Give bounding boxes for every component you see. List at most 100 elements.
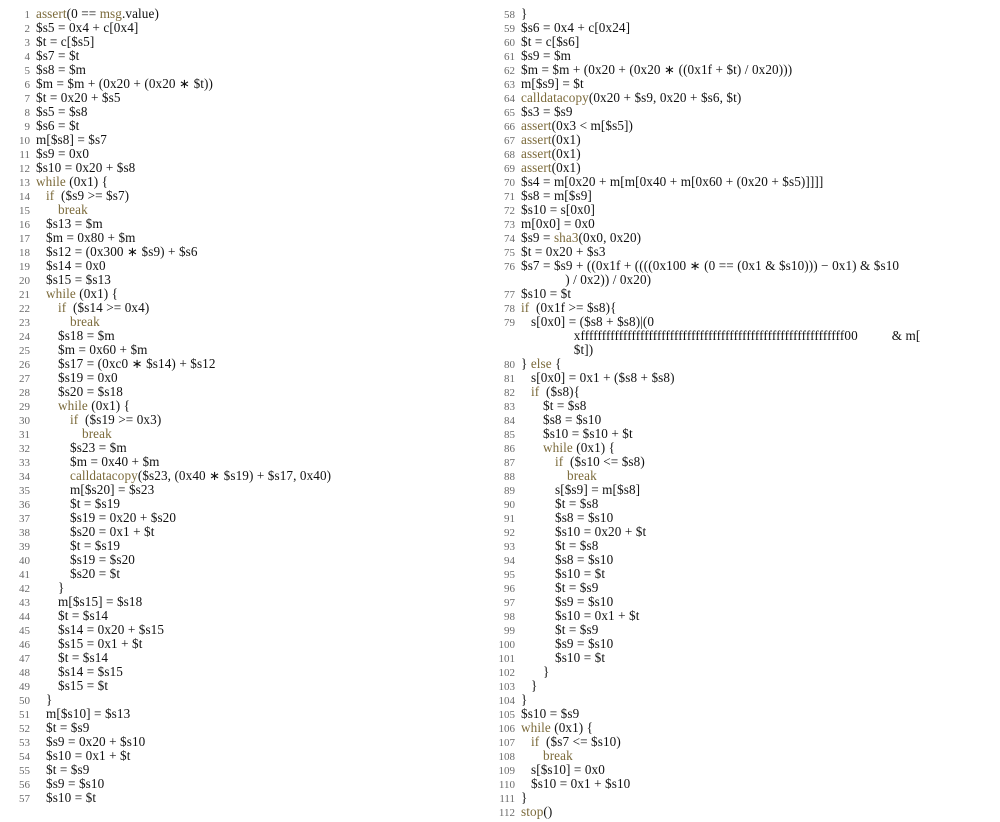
code-line: 31break (6, 426, 491, 440)
code-line: 80} else { (491, 356, 996, 370)
code-line: 99$t = $s9 (491, 622, 996, 636)
code-line: 9$s6 = $t (6, 118, 491, 132)
code-line: 71$s8 = m[$s9] (491, 188, 996, 202)
code-line: 16$s13 = $m (6, 216, 491, 230)
code-line: 81s[0x0] = 0x1 + ($s8 + $s8) (491, 370, 996, 384)
code-line: 90$t = $s8 (491, 496, 996, 510)
code-line: 40$s19 = $s20 (6, 552, 491, 566)
code-line: 18$s12 = (0x300 ∗ $s9) + $s6 (6, 244, 491, 258)
code-line: 48$s14 = $s15 (6, 664, 491, 678)
code-line: 97$s9 = $s10 (491, 594, 996, 608)
code-line: 78if (0x1f >= $s8){ (491, 300, 996, 314)
code-line: 6$m = $m + (0x20 + (0x20 ∗ $t)) (6, 76, 491, 90)
code-line: 52$t = $s9 (6, 720, 491, 734)
code-line: 105$s10 = $s9 (491, 706, 996, 720)
code-line: 111} (491, 790, 996, 804)
code-line: 66assert(0x3 < m[$s5]) (491, 118, 996, 132)
code-line: 63m[$s9] = $t (491, 76, 996, 90)
code-line: 75$t = 0x20 + $s3 (491, 244, 996, 258)
code-line: 25$m = 0x60 + $m (6, 342, 491, 356)
code-line: 74$s9 = sha3(0x0, 0x20) (491, 230, 996, 244)
code-line: 92$s10 = 0x20 + $t (491, 524, 996, 538)
code-line: 88break (491, 468, 996, 482)
code-line: 62$m = $m + (0x20 + (0x20 ∗ ((0x1f + $t)… (491, 62, 996, 76)
code-line: 3$t = c[$s5] (6, 34, 491, 48)
code-line: 84$s8 = $s10 (491, 412, 996, 426)
code-line: 65$s3 = $s9 (491, 104, 996, 118)
code-line: 32$s23 = $m (6, 440, 491, 454)
code-line: 61$s9 = $m (491, 48, 996, 62)
code-line: 51m[$s10] = $s13 (6, 706, 491, 720)
code-line: 68assert(0x1) (491, 146, 996, 160)
code-line: 21while (0x1) { (6, 286, 491, 300)
code-line: 110$s10 = 0x1 + $s10 (491, 776, 996, 790)
code-line: 23break (6, 314, 491, 328)
code-line: 102} (491, 664, 996, 678)
code-line: 64calldatacopy(0x20 + $s9, 0x20 + $s6, $… (491, 90, 996, 104)
code-line: 91$s8 = $s10 (491, 510, 996, 524)
code-line: 86while (0x1) { (491, 440, 996, 454)
code-line: 83$t = $s8 (491, 398, 996, 412)
code-line: 1assert(0 == msg.value) (6, 6, 491, 20)
code-line: 87if ($s10 <= $s8) (491, 454, 996, 468)
code-line: 54$s10 = 0x1 + $t (6, 748, 491, 762)
code-line: 73m[0x0] = 0x0 (491, 216, 996, 230)
code-line: 36$t = $s19 (6, 496, 491, 510)
code-line: 108break (491, 748, 996, 762)
code-line: 4$s7 = $t (6, 48, 491, 62)
code-line: 53$s9 = 0x20 + $s10 (6, 734, 491, 748)
code-line: 22if ($s14 >= 0x4) (6, 300, 491, 314)
line-number: 57 (6, 793, 36, 805)
code-line: 13while (0x1) { (6, 174, 491, 188)
code-line: 49$s15 = $t (6, 678, 491, 692)
code-line: 2$s5 = 0x4 + c[0x4] (6, 20, 491, 34)
code-line: 26$s17 = (0xc0 ∗ $s14) + $s12 (6, 356, 491, 370)
code-line: 12$s10 = 0x20 + $s8 (6, 160, 491, 174)
code-line: 39$t = $s19 (6, 538, 491, 552)
code-line: 56$s9 = $s10 (6, 776, 491, 790)
code-line: 70$s4 = m[0x20 + m[m[0x40 + m[0x60 + (0x… (491, 174, 996, 188)
code-line: 34calldatacopy($s23, (0x40 ∗ $s19) + $s1… (6, 468, 491, 482)
code-line: 41$s20 = $t (6, 566, 491, 580)
code-line: 50} (6, 692, 491, 706)
code-line: 35m[$s20] = $s23 (6, 482, 491, 496)
code-line: 11$s9 = 0x0 (6, 146, 491, 160)
code-line: xfffffffffffffffffffffffffffffffffffffff… (491, 328, 996, 342)
code-line: 24$s18 = $m (6, 328, 491, 342)
code-line: 82if ($s8){ (491, 384, 996, 398)
code-line: 17$m = 0x80 + $m (6, 230, 491, 244)
code-line: 72$s10 = s[0x0] (491, 202, 996, 216)
code-text: $s10 = $t (36, 790, 96, 806)
code-line: 42} (6, 580, 491, 594)
code-line: 7$t = 0x20 + $s5 (6, 90, 491, 104)
code-line: 93$t = $s8 (491, 538, 996, 552)
code-line: 43m[$s15] = $s18 (6, 594, 491, 608)
code-line: 76$s7 = $s9 + ((0x1f + ((((0x100 ∗ (0 ==… (491, 258, 996, 272)
code-line: 100$s9 = $s10 (491, 636, 996, 650)
code-line: 45$s14 = 0x20 + $s15 (6, 622, 491, 636)
code-line: 95$s10 = $t (491, 566, 996, 580)
code-line: 94$s8 = $s10 (491, 552, 996, 566)
code-line: 85$s10 = $s10 + $t (491, 426, 996, 440)
code-line: $t]) (491, 342, 996, 356)
code-line: 30if ($s19 >= 0x3) (6, 412, 491, 426)
code-line: 8$s5 = $s8 (6, 104, 491, 118)
code-line: 67assert(0x1) (491, 132, 996, 146)
code-line: 101$s10 = $t (491, 650, 996, 664)
code-line: 98$s10 = 0x1 + $t (491, 608, 996, 622)
code-column-left: 1assert(0 == msg.value)2$s5 = 0x4 + c[0x… (0, 6, 491, 818)
code-line: 69assert(0x1) (491, 160, 996, 174)
code-line: 29while (0x1) { (6, 398, 491, 412)
code-line: 107if ($s7 <= $s10) (491, 734, 996, 748)
code-line: 77$s10 = $t (491, 286, 996, 300)
code-line: 10m[$s8] = $s7 (6, 132, 491, 146)
code-line: 96$t = $s9 (491, 580, 996, 594)
code-line: 57$s10 = $t (6, 790, 491, 804)
code-line: 89s[$s9] = m[$s8] (491, 482, 996, 496)
code-line: 60$t = c[$s6] (491, 34, 996, 48)
code-line: 55$t = $s9 (6, 762, 491, 776)
code-line: 58} (491, 6, 996, 20)
code-line: 33$m = 0x40 + $m (6, 454, 491, 468)
code-line: 112stop() (491, 804, 996, 818)
code-line: 20$s15 = $s13 (6, 272, 491, 286)
